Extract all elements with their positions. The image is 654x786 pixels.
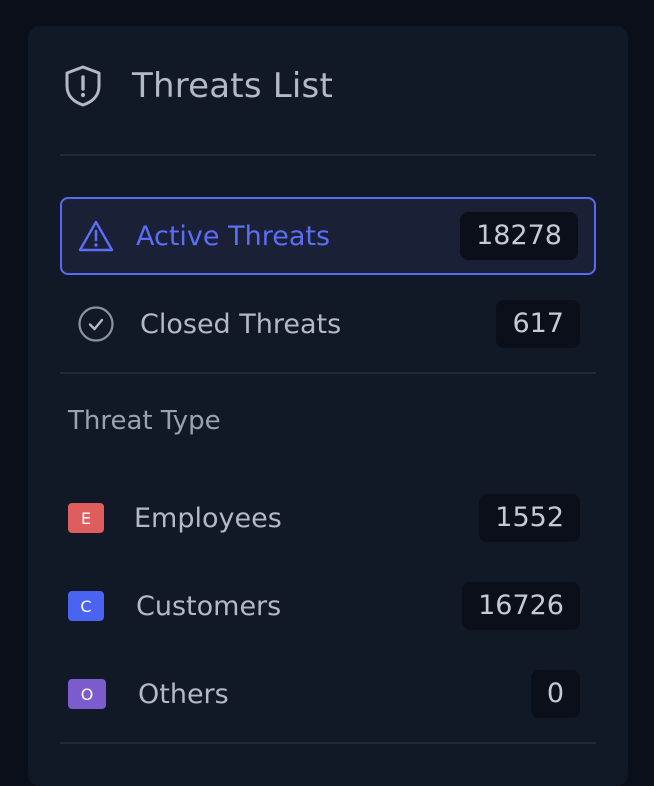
threat-type-heading: Threat Type [68,406,221,436]
type-badge: C [68,591,104,621]
type-label: Employees [134,502,282,534]
count-badge: 18278 [460,212,578,260]
threat-type-others[interactable]: O Others 0 [60,655,596,733]
filter-label: Active Threats [136,220,331,252]
check-circle-icon [76,304,116,344]
count-badge: 0 [530,670,580,718]
page-title: Threats List [132,66,333,106]
shield-alert-icon [62,64,104,108]
types-divider [60,742,596,744]
warning-triangle-icon [76,216,116,256]
filter-closed-threats[interactable]: Closed Threats 617 [60,285,596,363]
threats-panel: Threats List Active Threats 18278 Closed… [28,26,628,786]
type-badge: E [68,503,104,533]
count-badge: 1552 [479,494,580,542]
filter-active-threats[interactable]: Active Threats 18278 [60,197,596,275]
threat-type-customers[interactable]: C Customers 16726 [60,567,596,645]
panel-header: Threats List [62,64,333,108]
type-badge: O [68,679,106,709]
type-label: Others [138,678,229,710]
count-badge: 16726 [462,582,580,630]
header-divider [60,154,596,156]
filter-label: Closed Threats [140,308,342,340]
count-badge: 617 [496,300,580,348]
filters-divider [60,372,596,374]
threat-type-employees[interactable]: E Employees 1552 [60,479,596,557]
type-label: Customers [136,590,282,622]
